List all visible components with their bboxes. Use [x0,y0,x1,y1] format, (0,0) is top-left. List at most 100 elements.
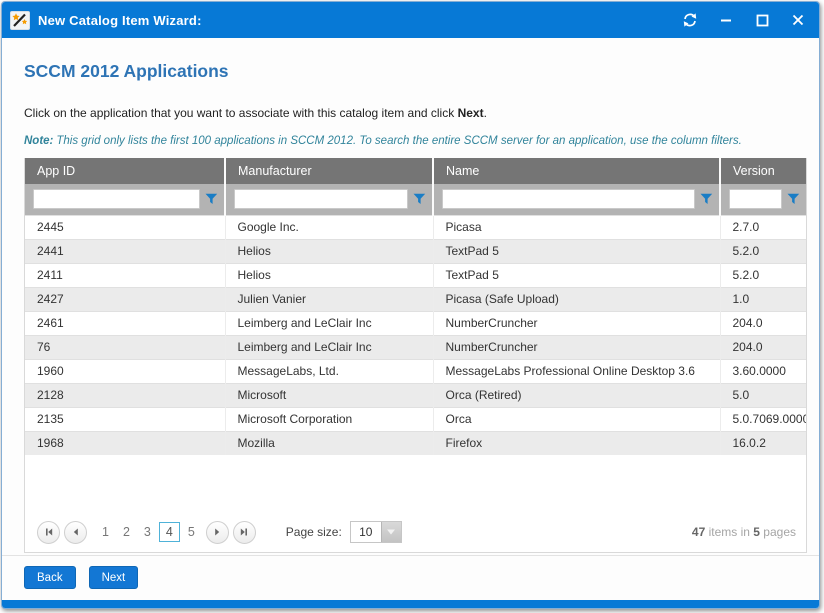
note-text: Note:This grid only lists the first 100 … [24,135,807,147]
cell-manufacturer: Google Inc. [225,215,433,239]
table-row[interactable]: 2445Google Inc.Picasa2.7.0 [25,215,806,239]
grid-filter-row [25,184,806,215]
cell-name: NumberCruncher [433,335,720,359]
table-row[interactable]: 1960MessageLabs, Ltd.MessageLabs Profess… [25,359,806,383]
column-header-app-id[interactable]: App ID [25,158,225,184]
page-size-value: 10 [351,522,381,542]
table-row[interactable]: 2128MicrosoftOrca (Retired)5.0 [25,383,806,407]
table-row[interactable]: 2461Leimberg and LeClair IncNumberCrunch… [25,311,806,335]
table-row[interactable]: 2411HeliosTextPad 55.2.0 [25,263,806,287]
back-button[interactable]: Back [24,566,76,589]
cell-version: 5.0.7069.0000 [720,407,806,431]
cell-manufacturer: Leimberg and LeClair Inc [225,335,433,359]
instruction-after: . [484,106,487,120]
close-icon[interactable] [787,9,809,31]
chevron-down-icon[interactable] [381,522,401,542]
next-button[interactable]: Next [89,566,139,589]
applications-grid: App IDManufacturerNameVersion 2445Google… [24,158,807,553]
cell-manufacturer: Leimberg and LeClair Inc [225,311,433,335]
column-header-name[interactable]: Name [433,158,720,184]
filter-input-version[interactable] [729,189,782,209]
summary-middle: items in [705,525,753,539]
cell-name: Firefox [433,431,720,455]
instruction-before: Click on the application that you want t… [24,106,458,120]
cell-name: Orca [433,407,720,431]
cell-app-id: 2461 [25,311,225,335]
instruction-bold: Next [458,106,484,120]
filter-funnel-icon[interactable] [700,193,713,205]
summary-suffix: pages [760,525,796,539]
cell-app-id: 76 [25,335,225,359]
cell-app-id: 2411 [25,263,225,287]
column-header-manufacturer[interactable]: Manufacturer [225,158,433,184]
page-number-4[interactable]: 4 [159,522,180,542]
previous-page-button[interactable] [64,521,87,544]
cell-version: 204.0 [720,335,806,359]
page-size-label: Page size: [286,525,342,539]
cell-app-id: 2441 [25,239,225,263]
cell-name: TextPad 5 [433,263,720,287]
cell-app-id: 2135 [25,407,225,431]
page-number-2[interactable]: 2 [117,523,136,541]
wizard-window: New Catalog Item Wizard: [1,1,820,609]
maximize-icon[interactable] [751,9,773,31]
next-page-button[interactable] [206,521,229,544]
cell-app-id: 1968 [25,431,225,455]
window-controls [679,9,809,31]
instruction-text: Click on the application that you want t… [24,106,807,120]
table-row[interactable]: 76Leimberg and LeClair IncNumberCruncher… [25,335,806,359]
cell-version: 5.2.0 [720,239,806,263]
cell-manufacturer: Julien Vanier [225,287,433,311]
cell-app-id: 1960 [25,359,225,383]
cell-version: 16.0.2 [720,431,806,455]
cell-version: 204.0 [720,311,806,335]
wizard-footer: Back Next [2,555,819,600]
cell-name: Orca (Retired) [433,383,720,407]
minimize-icon[interactable] [715,9,737,31]
grid-header-row: App IDManufacturerNameVersion [25,158,806,184]
window-title: New Catalog Item Wizard: [38,13,202,28]
cell-name: NumberCruncher [433,311,720,335]
table-row[interactable]: 2135Microsoft CorporationOrca5.0.7069.00… [25,407,806,431]
cell-manufacturer: Helios [225,239,433,263]
last-page-button[interactable] [233,521,256,544]
cell-manufacturer: Microsoft [225,383,433,407]
filter-input-app-id[interactable] [33,189,200,209]
item-count: 47 [692,525,705,539]
page-number-3[interactable]: 3 [138,523,157,541]
table-row[interactable]: 2427Julien VanierPicasa (Safe Upload)1.0 [25,287,806,311]
items-summary: 47 items in 5 pages [692,525,796,539]
note-label: Note: [24,135,53,147]
first-page-button[interactable] [37,521,60,544]
filter-funnel-icon[interactable] [787,193,800,205]
cell-version: 5.2.0 [720,263,806,287]
page-size-dropdown[interactable]: 10 [350,521,402,543]
cell-name: Picasa (Safe Upload) [433,287,720,311]
cell-manufacturer: Helios [225,263,433,287]
filter-funnel-icon[interactable] [413,193,426,205]
cell-manufacturer: MessageLabs, Ltd. [225,359,433,383]
cell-version: 3.60.0000 [720,359,806,383]
filter-input-manufacturer[interactable] [234,189,408,209]
page-title: SCCM 2012 Applications [24,61,807,82]
cell-name: MessageLabs Professional Online Desktop … [433,359,720,383]
grid-empty-area [25,455,806,512]
wizard-icon [10,11,30,30]
page-number-1[interactable]: 1 [96,523,115,541]
table-row[interactable]: 1968MozillaFirefox16.0.2 [25,431,806,455]
column-header-version[interactable]: Version [720,158,806,184]
cell-app-id: 2445 [25,215,225,239]
page-number-5[interactable]: 5 [182,523,201,541]
wizard-content: SCCM 2012 Applications Click on the appl… [2,38,819,555]
cell-version: 2.7.0 [720,215,806,239]
refresh-icon[interactable] [679,9,701,31]
table-row[interactable]: 2441HeliosTextPad 55.2.0 [25,239,806,263]
cell-manufacturer: Microsoft Corporation [225,407,433,431]
filter-funnel-icon[interactable] [205,193,218,205]
filter-input-name[interactable] [442,189,695,209]
note-body: This grid only lists the first 100 appli… [56,135,741,147]
cell-app-id: 2128 [25,383,225,407]
titlebar[interactable]: New Catalog Item Wizard: [2,2,819,38]
cell-name: Picasa [433,215,720,239]
cell-version: 5.0 [720,383,806,407]
